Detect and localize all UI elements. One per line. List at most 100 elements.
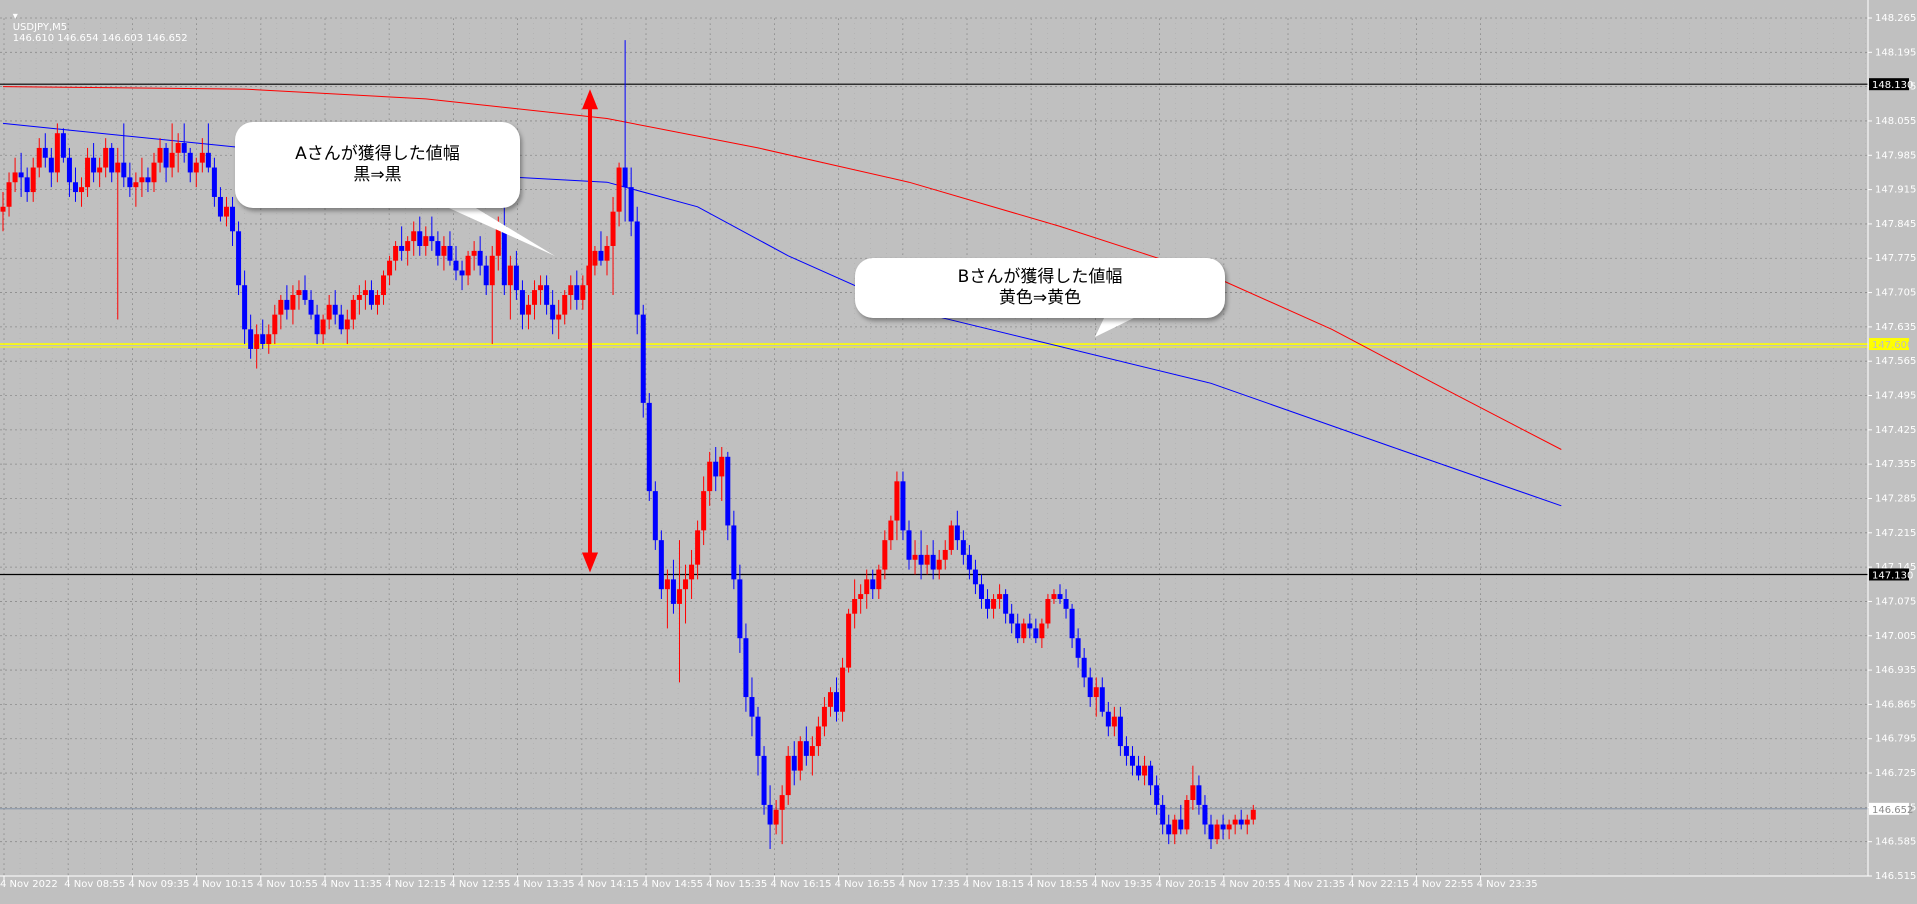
candle-body xyxy=(1045,598,1051,624)
candle-body xyxy=(326,304,332,320)
time-tick-label: 4 Nov 2022 xyxy=(0,879,58,890)
candle-body xyxy=(616,167,622,212)
time-tick-label: 4 Nov 16:15 xyxy=(770,879,831,890)
candle-body xyxy=(42,147,48,158)
candle-body xyxy=(991,598,997,609)
candle-body xyxy=(236,231,242,286)
candle-body xyxy=(827,692,833,707)
candle-body xyxy=(628,187,634,222)
candle-body xyxy=(24,177,30,193)
candle-body xyxy=(1178,819,1184,830)
callout-b: Bさんが獲得した値幅 黄色⇒黄色 xyxy=(855,258,1225,318)
candle-body xyxy=(91,157,97,173)
candle-body xyxy=(1214,824,1220,840)
candle-body xyxy=(556,314,562,320)
candle-body xyxy=(405,241,411,251)
candle-body xyxy=(888,520,894,541)
candle-body xyxy=(815,726,821,747)
candle-body xyxy=(145,177,151,183)
candle-body xyxy=(1051,594,1057,599)
candle-body xyxy=(483,265,489,286)
candle-body xyxy=(133,182,139,188)
callout-b-line2: 黄色⇒黄色 xyxy=(998,288,1082,308)
candle-body xyxy=(997,594,1003,599)
candle-body xyxy=(332,304,338,315)
ohlc-values: 146.610 146.654 146.603 146.652 xyxy=(12,33,188,44)
price-line-label: 147.130 xyxy=(1872,570,1913,581)
candle-body xyxy=(646,402,652,492)
price-tick-label: 148.195 xyxy=(1875,47,1916,58)
candle-body xyxy=(652,491,658,541)
candle-body xyxy=(1009,613,1015,624)
candle-body xyxy=(103,147,109,168)
candle-body xyxy=(115,162,121,173)
time-tick-label: 4 Nov 17:35 xyxy=(899,879,960,890)
candle-body xyxy=(1220,824,1226,830)
candle-body xyxy=(308,299,314,315)
candle-body xyxy=(519,290,525,315)
candle-body xyxy=(550,304,556,320)
candle-body xyxy=(217,196,223,217)
candle-body xyxy=(344,319,350,330)
candle-body xyxy=(423,236,429,246)
candle-body xyxy=(1099,687,1105,712)
candle-body xyxy=(1172,819,1178,835)
candle-body xyxy=(97,167,103,173)
candle-body xyxy=(1184,800,1190,830)
candle-body xyxy=(870,579,876,590)
collapse-arrow-icon[interactable]: ▾ xyxy=(13,11,18,22)
candle-body xyxy=(604,245,610,261)
candle-body xyxy=(755,716,761,756)
candle-body xyxy=(465,255,471,276)
price-tick-label: 146.865 xyxy=(1875,699,1916,710)
candle-body xyxy=(538,285,544,291)
candle-body xyxy=(169,152,175,168)
candle-body xyxy=(797,741,803,771)
price-tick-label: 147.915 xyxy=(1875,185,1916,196)
candle-body xyxy=(568,285,574,296)
candle-body xyxy=(1075,638,1081,658)
candle-body xyxy=(290,295,296,310)
candle-body xyxy=(6,182,12,207)
time-tick-label: 4 Nov 10:55 xyxy=(257,879,318,890)
candle-body xyxy=(803,741,809,756)
candle-body xyxy=(1166,824,1172,835)
candle-body xyxy=(858,594,864,599)
candle-body xyxy=(447,245,453,261)
candle-body xyxy=(399,245,405,251)
candle-body xyxy=(489,255,495,286)
candle-body xyxy=(1069,608,1075,639)
candle-body xyxy=(695,530,701,565)
candle-body xyxy=(737,579,743,639)
candle-body xyxy=(1057,594,1063,599)
candle-body xyxy=(187,152,193,173)
candle-body xyxy=(1105,711,1111,727)
candle-body xyxy=(1063,598,1069,609)
candle-body xyxy=(175,143,181,153)
candle-body xyxy=(779,795,785,810)
candle-body xyxy=(598,250,604,261)
candle-body xyxy=(985,598,991,609)
candle-body xyxy=(1142,765,1148,776)
price-tick-label: 147.355 xyxy=(1875,459,1916,470)
price-line-label: 148.130 xyxy=(1872,80,1913,91)
candle-body xyxy=(30,167,36,193)
time-tick-label: 4 Nov 16:55 xyxy=(835,879,896,890)
candle-body xyxy=(894,481,900,521)
candle-body xyxy=(248,329,254,349)
candle-body xyxy=(453,260,459,271)
candle-body xyxy=(725,456,731,526)
time-tick-label: 4 Nov 12:55 xyxy=(449,879,510,890)
price-tick-label: 147.705 xyxy=(1875,288,1916,299)
price-tick-label: 147.775 xyxy=(1875,253,1916,264)
candle-body xyxy=(1039,623,1045,639)
candle-body xyxy=(266,334,272,345)
candle-body xyxy=(127,177,133,188)
candle-body xyxy=(1226,824,1232,830)
candle-body xyxy=(314,314,320,335)
candle-body xyxy=(507,265,513,286)
candle-body xyxy=(912,554,918,560)
candle-body xyxy=(900,481,906,531)
callout-a-line2: 黒⇒黒 xyxy=(353,165,402,185)
candle-body xyxy=(181,143,187,153)
